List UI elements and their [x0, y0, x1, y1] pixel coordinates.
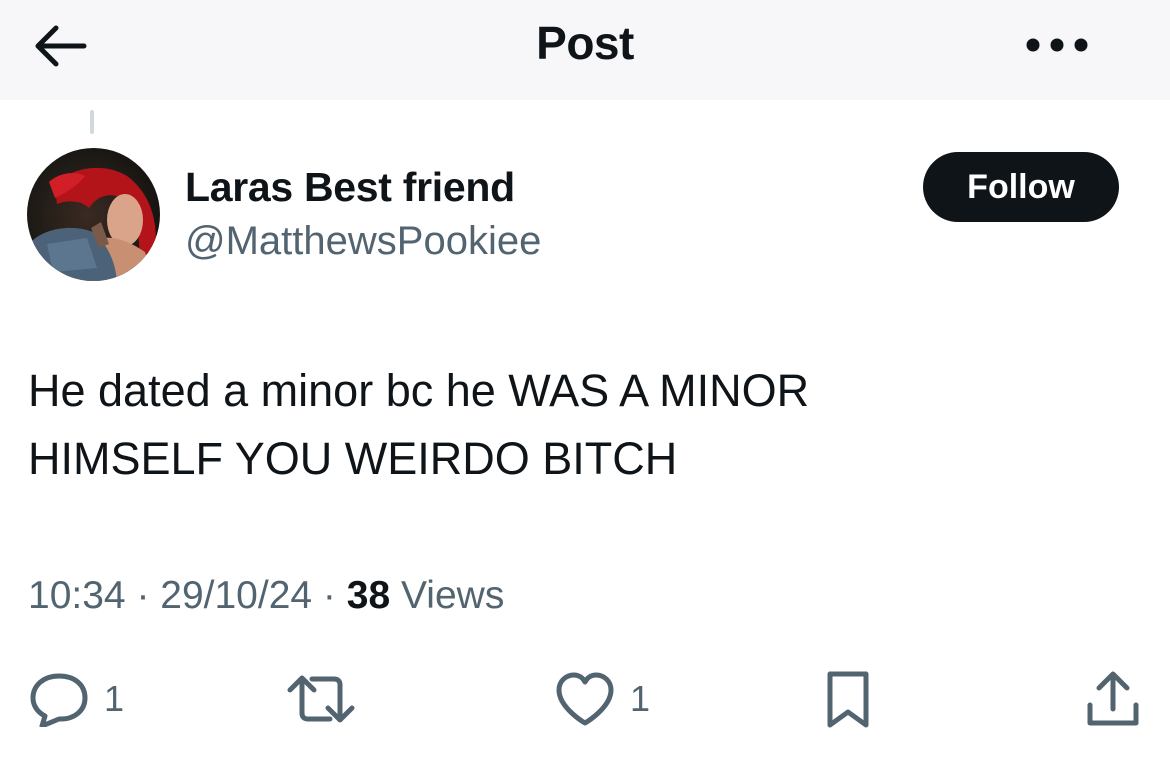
author-display-name[interactable]: Laras Best friend	[185, 164, 515, 211]
like-button[interactable]: 1	[554, 666, 650, 732]
views-label[interactable]: Views	[401, 574, 504, 617]
share-button[interactable]	[1084, 666, 1142, 732]
like-count: 1	[630, 678, 651, 719]
more-horizontal-icon	[1026, 38, 1088, 52]
page-title: Post	[536, 17, 634, 69]
meta-separator: ·	[125, 574, 161, 617]
repost-icon	[287, 675, 355, 723]
avatar-photo	[27, 148, 160, 281]
views-count[interactable]: 38	[347, 574, 390, 617]
heart-icon	[556, 672, 614, 726]
post-text: He dated a minor bc he WAS A MINOR HIMSE…	[28, 357, 1128, 493]
repost-button[interactable]	[286, 666, 356, 732]
bookmark-button[interactable]	[822, 666, 874, 732]
top-navigation-bar: Post	[0, 0, 1170, 100]
author-handle[interactable]: @MatthewsPookiee	[185, 219, 541, 264]
more-options-button[interactable]	[1022, 20, 1092, 70]
post-metadata: 10:34 · 29/10/24 · 38 Views	[28, 574, 504, 618]
reply-button[interactable]: 1	[28, 666, 124, 732]
follow-button[interactable]: Follow	[923, 152, 1119, 222]
post-text-line: He dated a minor bc he WAS A MINOR	[28, 365, 810, 416]
avatar[interactable]	[27, 148, 160, 281]
reply-count: 1	[104, 678, 125, 719]
thread-connector-line	[90, 110, 94, 134]
meta-separator: ·	[312, 574, 347, 617]
post-date[interactable]: 29/10/24	[160, 574, 312, 617]
post-text-line: HIMSELF YOU WEIRDO BITCH	[28, 433, 678, 484]
post-screen: Post Laras Best friend @MatthewsPookiee …	[0, 0, 1170, 759]
reply-icon	[30, 673, 88, 727]
share-icon	[1087, 671, 1139, 726]
bookmark-icon	[827, 671, 869, 728]
post-time[interactable]: 10:34	[28, 574, 126, 617]
